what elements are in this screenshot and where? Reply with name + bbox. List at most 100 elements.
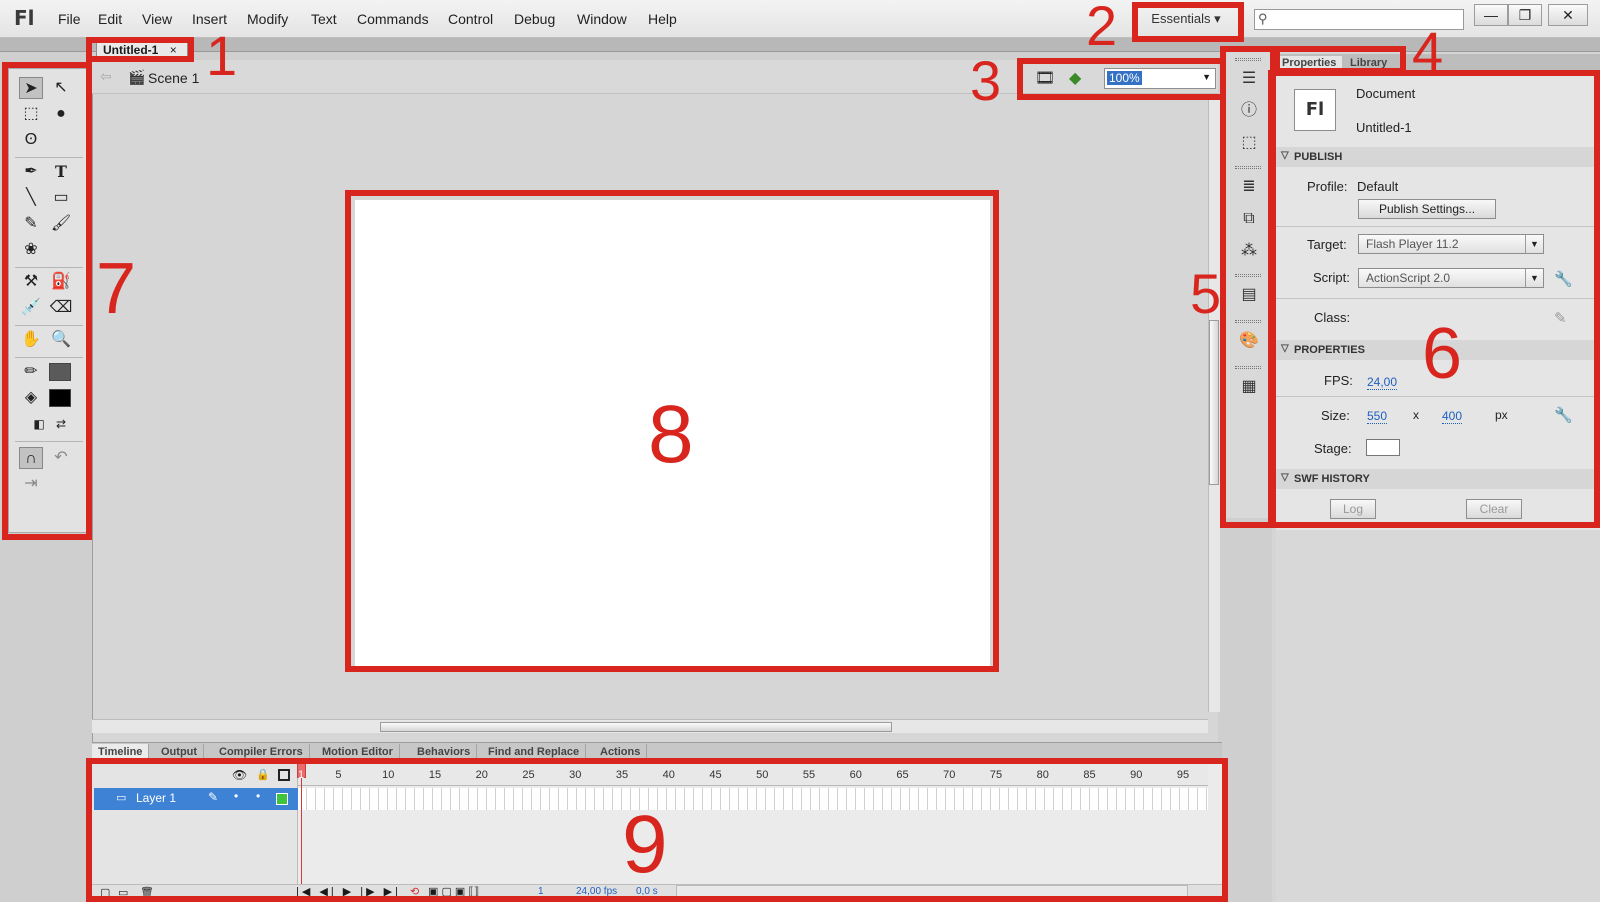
brush-tool-icon[interactable]: 🖌 [49,213,73,235]
tab-output[interactable]: Output [155,744,205,762]
log-button[interactable]: Log [1330,499,1376,519]
playback-controls[interactable]: |◀ ◀| ▶ |▶ ▶| [296,885,401,898]
transform-panel-icon[interactable]: ⬚ [1238,132,1260,154]
black-white-icon[interactable]: ◧ [27,413,51,435]
wrench-icon[interactable]: 🔧 [1554,406,1573,424]
components-icon[interactable]: ⧉ [1238,208,1260,230]
eye-icon[interactable]: 👁 [232,768,247,782]
delete-layer-icon[interactable]: 🗑 [140,886,154,899]
pencil-tool-icon[interactable]: ✎ [19,213,43,235]
back-arrow-icon[interactable]: ⇦ [100,68,112,85]
minimize-button[interactable]: — [1474,4,1508,26]
rectangle-tool-icon[interactable]: ▭ [49,187,73,209]
eraser-tool-icon[interactable]: ⌫ [49,297,73,319]
tab-motion-editor[interactable]: Motion Editor [316,744,400,762]
motion-presets-icon[interactable]: ⁂ [1238,240,1260,262]
lasso-tool-icon[interactable]: ʘ [19,129,43,151]
menu-file[interactable]: File [58,11,81,27]
document-tab[interactable]: Untitled-1 × [96,39,188,59]
loop-icon[interactable]: ⟲ [410,885,419,898]
fps-status[interactable]: 24,00 fps [576,886,617,897]
tab-find-and-replace[interactable]: Find and Replace [482,744,587,762]
tab-properties[interactable]: Properties [1276,56,1343,71]
menu-view[interactable]: View [142,11,172,27]
publish-section-header[interactable]: ▽ PUBLISH [1276,147,1594,167]
pen-tool-icon[interactable]: ✒ [19,161,43,183]
menu-edit[interactable]: Edit [98,11,122,27]
current-frame-value[interactable]: 1 [538,886,544,897]
text-tool-icon[interactable]: T [49,161,73,183]
fill-color-swatch[interactable] [49,389,71,407]
new-layer-icon[interactable]: ▢ [100,886,110,899]
wrench-icon[interactable]: 🔧 [1554,270,1573,288]
workspace-switcher[interactable]: Essentials ▾ [1144,9,1228,31]
scene-label[interactable]: Scene 1 [148,70,199,86]
panel-grip[interactable] [1235,366,1261,369]
panel-grip[interactable] [1235,320,1261,323]
restore-button[interactable]: ❐ [1508,4,1542,26]
edit-symbols-icon[interactable]: ◆ [1069,68,1081,88]
horizontal-scroll-thumb[interactable] [380,722,892,732]
panel-grip[interactable] [1235,166,1261,169]
menu-control[interactable]: Control [448,11,493,27]
height-value[interactable]: 400 [1442,409,1463,424]
zoom-select[interactable]: 100% ▼ [1104,68,1216,89]
script-select[interactable]: ActionScript 2.0 ▼ [1358,268,1544,288]
menu-help[interactable]: Help [648,11,677,27]
snap-to-objects-icon[interactable]: ∩ [19,447,43,469]
vertical-scroll-thumb[interactable] [1209,320,1219,485]
color-panel-icon[interactable]: 🎨 [1238,330,1260,352]
info-panel-icon[interactable]: ⓘ [1238,100,1260,122]
free-transform-tool-icon[interactable]: ⬚ [19,103,43,125]
hand-tool-icon[interactable]: ✋ [19,329,43,351]
publish-settings-button[interactable]: Publish Settings... [1358,199,1496,219]
stage-color-swatch[interactable] [1366,439,1400,456]
tab-library[interactable]: Library [1344,56,1393,71]
stroke-color-swatch[interactable] [49,363,71,381]
swf-history-section-header[interactable]: ▽ SWF HISTORY [1276,469,1594,489]
tab-behaviors[interactable]: Behaviors [411,744,478,762]
subselection-tool-icon[interactable]: ↖ [49,77,73,99]
tab-actions[interactable]: Actions [594,744,648,762]
edit-scene-icon[interactable]: 🎞 [1035,68,1055,88]
layer-outline-color-swatch[interactable] [276,793,288,805]
onion-skin-icons[interactable]: ▣ ▢ ▣ ⟦⟧ [428,885,479,898]
menu-window[interactable]: Window [577,11,627,27]
new-folder-icon[interactable]: ▭ [118,886,128,899]
panel-grip[interactable] [1235,58,1261,61]
frames-row[interactable] [298,788,1208,810]
tab-timeline[interactable]: Timeline [92,744,150,762]
width-value[interactable]: 550 [1367,409,1388,424]
straighten-icon[interactable]: ⇥ [19,473,43,495]
swatches-panel-icon[interactable]: ▦ [1238,376,1260,398]
menu-commands[interactable]: Commands [357,11,429,27]
timeline-horizontal-scrollbar[interactable] [676,885,1188,899]
tab-close-icon[interactable]: × [170,43,177,57]
selection-tool-icon[interactable]: ➤ [19,77,43,99]
smooth-icon[interactable]: ↶ [49,447,73,469]
lock-icon[interactable]: 🔒 [256,768,270,781]
edit-class-pencil-icon[interactable]: ✎ [1554,309,1567,327]
paint-bucket-tool-icon[interactable]: ⛽ [49,271,73,293]
outline-icon[interactable] [278,769,290,781]
tab-compiler-errors[interactable]: Compiler Errors [213,744,310,762]
align-panel-icon[interactable]: ☰ [1238,68,1260,90]
clear-button[interactable]: Clear [1466,499,1522,519]
bone-tool-icon[interactable]: ⚒ [19,271,43,293]
zoom-tool-icon[interactable]: 🔍 [49,329,73,351]
code-snippets-icon[interactable]: ≣ [1238,176,1260,198]
close-window-button[interactable]: ✕ [1548,4,1588,26]
line-tool-icon[interactable]: ╲ [19,187,43,209]
layer-row[interactable]: ▭ Layer 1 ✎ • • [94,788,298,810]
lock-dot-icon[interactable]: • [256,789,260,803]
project-panel-icon[interactable]: ▤ [1238,284,1260,306]
menu-text[interactable]: Text [311,11,337,27]
visibility-dot-icon[interactable]: • [234,789,238,803]
deco-tool-icon[interactable]: ❀ [19,239,43,261]
menu-modify[interactable]: Modify [247,11,288,27]
fps-value[interactable]: 24,00 [1367,375,1398,390]
eyedropper-tool-icon[interactable]: 💉 [19,297,43,319]
menu-debug[interactable]: Debug [514,11,555,27]
swap-colors-icon[interactable]: ⇄ [49,413,73,435]
3d-rotation-tool-icon[interactable]: ● [49,103,73,125]
